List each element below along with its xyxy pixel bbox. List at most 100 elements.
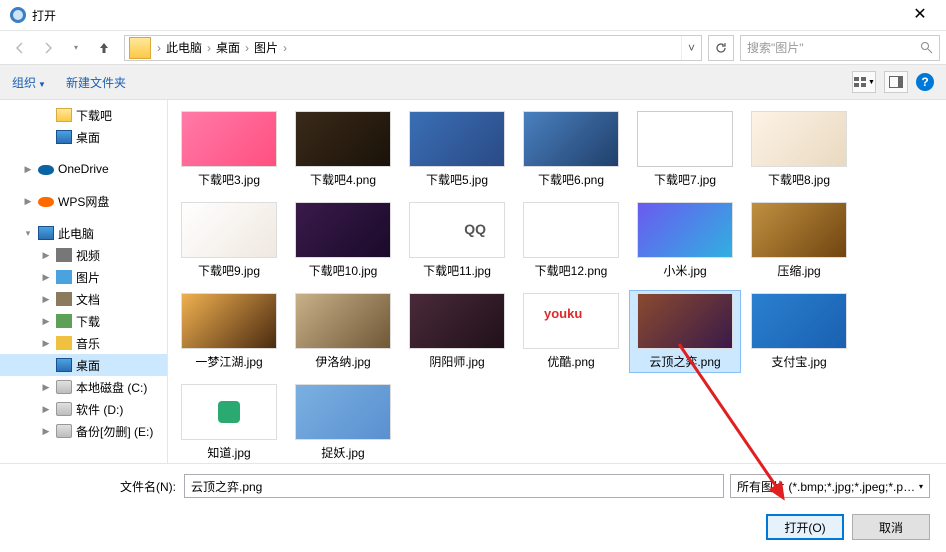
tree-expander-icon[interactable]: ▾ <box>22 228 34 239</box>
tree-expander-icon[interactable]: ▶ <box>40 338 52 349</box>
sidebar-item[interactable]: ▶WPS网盘 <box>0 190 167 212</box>
chevron-right-icon: › <box>207 41 211 55</box>
file-item[interactable]: 捉妖.jpg <box>287 381 399 463</box>
up-button[interactable] <box>90 34 118 62</box>
file-item[interactable]: 伊洛纳.jpg <box>287 290 399 373</box>
sidebar-item[interactable]: 桌面 <box>0 354 167 376</box>
sidebar-item[interactable]: ▶下载 <box>0 310 167 332</box>
close-button[interactable]: ✕ <box>898 0 942 30</box>
tree-expander-icon[interactable]: ▶ <box>40 272 52 283</box>
file-item[interactable]: 下载吧6.png <box>515 108 627 191</box>
sidebar-item-label: 文档 <box>76 291 100 308</box>
sidebar-item[interactable]: ▾此电脑 <box>0 222 167 244</box>
tree-expander-icon[interactable]: ▶ <box>40 426 52 437</box>
arrow-right-icon <box>41 41 55 55</box>
file-item[interactable]: 下载吧12.png <box>515 199 627 282</box>
sidebar[interactable]: 下载吧桌面▶OneDrive▶WPS网盘▾此电脑▶视频▶图片▶文档▶下载▶音乐桌… <box>0 100 168 463</box>
search-input[interactable]: 搜索"图片" <box>740 35 940 61</box>
file-item[interactable]: 云顶之弈.png <box>629 290 741 373</box>
file-thumbnail <box>751 111 847 167</box>
file-item[interactable]: 优酷.png <box>515 290 627 373</box>
sidebar-item[interactable]: 下载吧 <box>0 104 167 126</box>
file-label: 下载吧10.jpg <box>290 262 396 279</box>
file-item[interactable]: 下载吧4.png <box>287 108 399 191</box>
video-icon <box>56 248 72 262</box>
navbar: ▾ › 此电脑 › 桌面 › 图片 › ˅ 搜索"图片" <box>0 30 946 64</box>
tree-expander-icon[interactable]: ▶ <box>40 250 52 261</box>
file-label: 小米.jpg <box>632 262 738 279</box>
cloud-od-icon <box>38 165 54 175</box>
sidebar-item-label: 下载吧 <box>76 107 112 124</box>
filetype-filter[interactable]: 所有图片 (*.bmp;*.jpg;*.jpeg;*.png;*.gif) ▾ <box>730 474 930 498</box>
breadcrumb[interactable]: › 此电脑 › 桌面 › 图片 › ˅ <box>124 35 702 61</box>
view-mode-button[interactable]: ▼ <box>852 71 876 93</box>
file-label: 下载吧6.png <box>518 171 624 188</box>
file-thumbnail <box>181 384 277 440</box>
filename-label: 文件名(N): <box>16 478 184 495</box>
file-item[interactable]: 下载吧8.jpg <box>743 108 855 191</box>
forward-button[interactable] <box>34 34 62 62</box>
sidebar-item[interactable]: ▶软件 (D:) <box>0 398 167 420</box>
file-thumbnail <box>637 293 733 349</box>
file-thumbnail <box>295 202 391 258</box>
sidebar-item[interactable]: ▶ 本地磁盘 (C:) <box>0 376 167 398</box>
organize-menu[interactable]: 组织▼ <box>12 74 46 91</box>
tree-expander-icon[interactable]: ▶ <box>22 196 34 207</box>
file-item[interactable]: 下载吧7.jpg <box>629 108 741 191</box>
refresh-icon <box>714 41 728 55</box>
file-item[interactable]: 下载吧11.jpg <box>401 199 513 282</box>
sidebar-item-label: 备份[勿删] (E:) <box>76 423 153 440</box>
file-item[interactable]: 知道.jpg <box>173 381 285 463</box>
chevron-right-icon: › <box>283 41 287 55</box>
sidebar-item[interactable]: ▶图片 <box>0 266 167 288</box>
file-item[interactable]: 小米.jpg <box>629 199 741 282</box>
filename-input[interactable] <box>184 474 724 498</box>
file-item[interactable]: 一梦江湖.jpg <box>173 290 285 373</box>
file-item[interactable]: 支付宝.jpg <box>743 290 855 373</box>
sidebar-item-label: 本地磁盘 (C:) <box>76 379 147 396</box>
sidebar-item[interactable]: ▶ 视频 <box>0 244 167 266</box>
drive-icon <box>56 402 72 416</box>
breadcrumb-item[interactable]: 此电脑 <box>163 39 205 56</box>
sidebar-item[interactable]: ▶OneDrive <box>0 158 167 180</box>
file-item[interactable]: 下载吧5.jpg <box>401 108 513 191</box>
help-button[interactable]: ? <box>916 73 934 91</box>
new-folder-button[interactable]: 新建文件夹 <box>66 74 126 91</box>
cloud-wps-icon <box>38 197 54 207</box>
sidebar-item[interactable]: ▶ 文档 <box>0 288 167 310</box>
window-title: 打开 <box>32 7 898 24</box>
picture-icon <box>56 270 72 284</box>
breadcrumb-item[interactable]: 图片 <box>251 39 281 56</box>
sidebar-item-label: 视频 <box>76 247 100 264</box>
tree-expander-icon[interactable]: ▶ <box>40 382 52 393</box>
monitor-icon <box>56 130 72 144</box>
download-icon <box>56 314 72 328</box>
cancel-button[interactable]: 取消 <box>852 514 930 540</box>
refresh-button[interactable] <box>708 35 734 61</box>
recent-dropdown[interactable]: ▾ <box>62 34 90 62</box>
sidebar-item[interactable]: ▶音乐 <box>0 332 167 354</box>
tree-expander-icon[interactable]: ▶ <box>40 294 52 305</box>
file-item[interactable]: 下载吧3.jpg <box>173 108 285 191</box>
file-item[interactable]: 阴阳师.jpg <box>401 290 513 373</box>
file-item[interactable]: 下载吧9.jpg <box>173 199 285 282</box>
file-label: 下载吧7.jpg <box>632 171 738 188</box>
search-icon <box>920 41 933 54</box>
breadcrumb-dropdown[interactable]: ˅ <box>681 36 701 60</box>
back-button[interactable] <box>6 34 34 62</box>
sidebar-item[interactable]: ▶ 备份[勿删] (E:) <box>0 420 167 442</box>
file-label: 下载吧5.jpg <box>404 171 510 188</box>
sidebar-item[interactable]: 桌面 <box>0 126 167 148</box>
open-button[interactable]: 打开(O) <box>766 514 844 540</box>
tree-expander-icon[interactable]: ▶ <box>40 316 52 327</box>
tree-expander-icon[interactable]: ▶ <box>22 164 34 175</box>
preview-pane-button[interactable] <box>884 71 908 93</box>
file-item[interactable]: 压缩.jpg <box>743 199 855 282</box>
tree-expander-icon[interactable]: ▶ <box>40 404 52 415</box>
titlebar: 打开 ✕ <box>0 0 946 30</box>
file-item[interactable]: 下载吧10.jpg <box>287 199 399 282</box>
content-area[interactable]: 下载吧3.jpg下载吧4.png 下载吧5.jpg 下载吧6.png 下载吧7.jpg… <box>168 100 946 463</box>
file-thumbnail <box>409 111 505 167</box>
file-thumbnail <box>295 293 391 349</box>
breadcrumb-item[interactable]: 桌面 <box>213 39 243 56</box>
